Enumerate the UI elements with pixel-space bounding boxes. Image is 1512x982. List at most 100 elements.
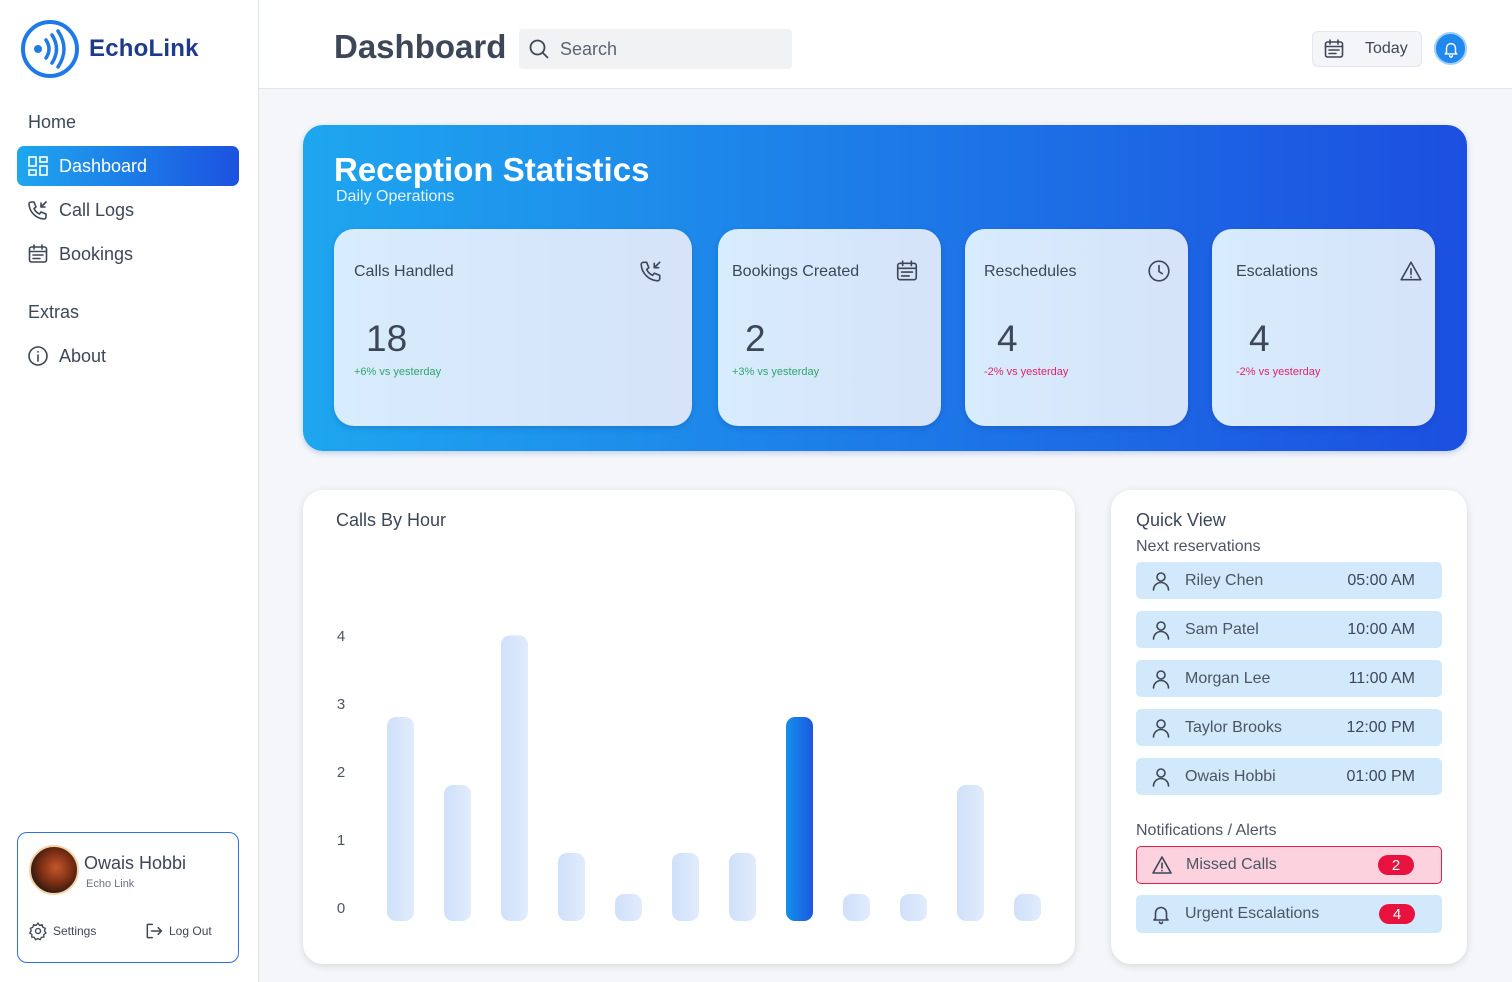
sidebar-item-about[interactable]: About bbox=[17, 336, 239, 376]
echolink-logo-icon bbox=[21, 20, 79, 78]
reservation-name: Owais Hobbi bbox=[1185, 767, 1276, 785]
alert-missed-calls[interactable]: Missed Calls 2 bbox=[1136, 846, 1442, 884]
y-tick-label: 2 bbox=[337, 764, 345, 781]
avatar[interactable] bbox=[29, 845, 79, 895]
chart-bar[interactable] bbox=[444, 785, 471, 921]
clock-icon bbox=[1148, 260, 1170, 282]
reservation-name: Morgan Lee bbox=[1185, 669, 1271, 687]
notifications-button[interactable] bbox=[1434, 32, 1467, 65]
chart-bar[interactable] bbox=[558, 853, 585, 921]
chart-bar[interactable] bbox=[615, 894, 642, 921]
app-name: EchoLink bbox=[89, 35, 199, 62]
stat-card-escalations[interactable]: Escalations 4 -2% vs yesterday bbox=[1212, 229, 1435, 426]
chart-bar[interactable] bbox=[957, 785, 984, 921]
reservation-row[interactable]: Sam Patel 10:00 AM bbox=[1136, 611, 1442, 648]
app-logo[interactable]: EchoLink bbox=[20, 19, 199, 79]
info-icon bbox=[27, 345, 49, 367]
phone-incoming-icon bbox=[640, 261, 661, 282]
stat-card-delta: +6% vs yesterday bbox=[354, 366, 442, 378]
stat-card-value: 4 bbox=[1249, 318, 1270, 359]
bell-icon bbox=[1443, 42, 1458, 58]
stat-card-delta: -2% vs yesterday bbox=[1236, 366, 1321, 378]
user-icon bbox=[1152, 571, 1170, 591]
section-title-home: Home bbox=[28, 112, 77, 132]
reservation-name: Sam Patel bbox=[1185, 620, 1259, 638]
quick-view-panel: Quick View Next reservations Riley Chen … bbox=[1111, 490, 1467, 964]
alert-count-badge: 4 bbox=[1379, 904, 1415, 924]
bell-icon bbox=[1153, 906, 1169, 925]
y-tick-label: 3 bbox=[337, 696, 345, 713]
chart-title: Calls By Hour bbox=[336, 510, 447, 530]
alert-label: Urgent Escalations bbox=[1185, 905, 1320, 922]
calendar-icon bbox=[896, 260, 918, 281]
stat-card-label: Escalations bbox=[1236, 263, 1318, 280]
sidebar-item-call-logs[interactable]: Call Logs bbox=[17, 190, 239, 230]
chart-bar[interactable] bbox=[501, 635, 528, 921]
y-tick-label: 4 bbox=[337, 628, 345, 645]
user-icon bbox=[1152, 669, 1170, 689]
stat-card-reschedules[interactable]: Reschedules 4 -2% vs yesterday bbox=[965, 229, 1188, 426]
stat-card-delta: -2% vs yesterday bbox=[984, 366, 1069, 378]
stats-title: Reception Statistics bbox=[334, 151, 650, 188]
reservation-row[interactable]: Riley Chen 05:00 AM bbox=[1136, 562, 1442, 599]
warning-icon bbox=[1400, 261, 1422, 281]
dashboard-icon bbox=[27, 155, 49, 177]
chart-bar[interactable] bbox=[729, 853, 756, 921]
chart-bar[interactable] bbox=[900, 894, 927, 921]
stat-card-bookings-created[interactable]: Bookings Created 2 +3% vs yesterday bbox=[718, 229, 941, 426]
reservations-title: Next reservations bbox=[1136, 538, 1261, 555]
settings-button[interactable]: Settings bbox=[28, 921, 96, 941]
sidebar: EchoLink Home Dashboard Call Logs Bookin… bbox=[0, 0, 259, 982]
warning-icon bbox=[1152, 856, 1172, 874]
reservation-row[interactable]: Morgan Lee 11:00 AM bbox=[1136, 660, 1442, 697]
settings-label: Settings bbox=[53, 924, 97, 938]
sidebar-item-dashboard[interactable]: Dashboard bbox=[17, 146, 239, 186]
reservation-row[interactable]: Taylor Brooks 12:00 PM bbox=[1136, 709, 1442, 746]
sidebar-item-label: Bookings bbox=[59, 243, 134, 264]
user-icon bbox=[1152, 718, 1170, 738]
calls-by-hour-chart: 0 1 2 3 4 bbox=[337, 628, 1041, 921]
calendar-icon bbox=[27, 243, 49, 265]
stat-card-calls-handled[interactable]: Calls Handled 18 +6% vs yesterday bbox=[334, 229, 692, 426]
user-icon bbox=[1152, 620, 1170, 640]
sidebar-item-bookings[interactable]: Bookings bbox=[17, 234, 239, 274]
logout-label: Log Out bbox=[169, 924, 212, 938]
profile-org: Echo Link bbox=[86, 878, 135, 890]
profile-name: Owais Hobbi bbox=[84, 853, 187, 873]
reservation-time: 10:00 AM bbox=[1347, 620, 1415, 638]
chart-bar[interactable] bbox=[843, 894, 870, 921]
stat-card-value: 4 bbox=[997, 318, 1018, 359]
stat-card-label: Bookings Created bbox=[732, 263, 860, 280]
sidebar-item-label: Dashboard bbox=[59, 155, 148, 176]
sidebar-item-label: About bbox=[59, 345, 107, 366]
user-icon bbox=[1152, 767, 1170, 787]
date-filter-label: Today bbox=[1365, 40, 1408, 57]
quick-view-title: Quick View bbox=[1136, 510, 1226, 530]
chart-bar[interactable] bbox=[1014, 894, 1041, 921]
reservation-time: 11:00 AM bbox=[1348, 669, 1415, 687]
y-tick-label: 1 bbox=[337, 832, 345, 849]
date-filter-button[interactable]: Today bbox=[1312, 31, 1422, 67]
chart-bar[interactable] bbox=[672, 853, 699, 921]
logout-icon bbox=[146, 923, 163, 939]
y-tick-label: 0 bbox=[337, 900, 345, 917]
reservation-row[interactable]: Owais Hobbi 01:00 PM bbox=[1136, 758, 1442, 795]
chart-bar[interactable] bbox=[786, 717, 813, 921]
gear-icon bbox=[28, 921, 47, 941]
top-header: Dashboard Today bbox=[259, 0, 1512, 89]
search-box[interactable] bbox=[519, 29, 792, 69]
alert-urgent-escalations[interactable]: Urgent Escalations 4 bbox=[1136, 895, 1442, 933]
calendar-icon bbox=[1324, 39, 1344, 58]
stats-subtitle: Daily Operations bbox=[336, 188, 455, 205]
logout-button[interactable]: Log Out bbox=[144, 921, 212, 941]
stat-card-value: 18 bbox=[366, 318, 408, 359]
search-input[interactable] bbox=[560, 38, 780, 60]
section-title-extras: Extras bbox=[28, 302, 80, 322]
sidebar-item-label: Call Logs bbox=[59, 199, 135, 220]
reservation-name: Taylor Brooks bbox=[1185, 718, 1282, 736]
user-profile-card: Owais Hobbi Echo Link Settings Log Out bbox=[17, 832, 239, 963]
reservation-time: 12:00 PM bbox=[1346, 718, 1415, 736]
alerts-title: Notifications / Alerts bbox=[1136, 822, 1277, 839]
reservation-time: 01:00 PM bbox=[1346, 767, 1415, 785]
chart-bar[interactable] bbox=[387, 717, 414, 921]
